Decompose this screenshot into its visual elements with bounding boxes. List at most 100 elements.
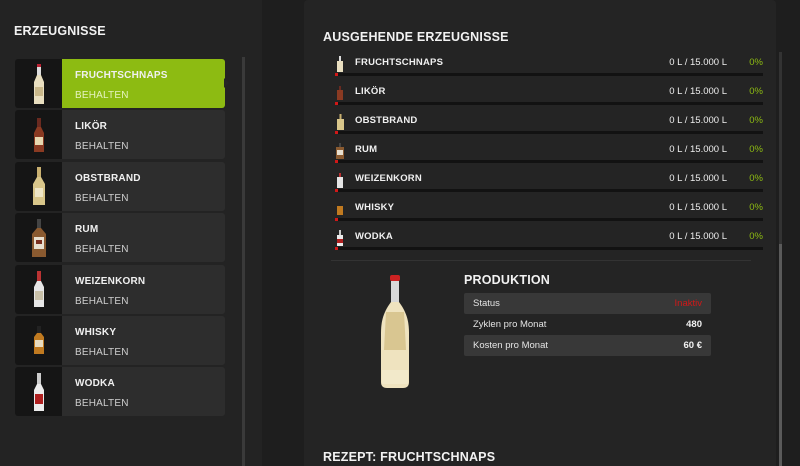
- output-row-weizenkorn: WEIZENKORN 0 L / 15.000 L 0%: [335, 168, 763, 197]
- product-item-mode: BEHALTEN: [75, 346, 129, 358]
- product-item-mode: BEHALTEN: [75, 90, 129, 101]
- details-scrollbar-thumb[interactable]: [779, 244, 782, 466]
- grain-bottle-icon: [15, 264, 62, 314]
- product-item-name: RUM: [75, 224, 99, 236]
- section-divider: [331, 260, 751, 261]
- output-progress-fill: [335, 189, 338, 192]
- output-row-wodka: WODKA 0 L / 15.000 L 0%: [335, 226, 763, 255]
- output-progress-bar: [335, 247, 763, 250]
- stat-row-cycles: Zyklen pro Monat 480: [464, 314, 711, 335]
- output-name: WEIZENKORN: [355, 173, 422, 184]
- output-progress-fill: [335, 218, 338, 221]
- grain-bottle-icon: [335, 171, 345, 189]
- output-name: LIKÖR: [355, 86, 386, 97]
- product-list-scrollbar[interactable]: [242, 57, 245, 466]
- output-row-obstbrand: OBSTBRAND 0 L / 15.000 L 0%: [335, 110, 763, 139]
- stat-label: Zyklen pro Monat: [473, 319, 547, 330]
- product-item-name: OBSTBRAND: [75, 172, 141, 184]
- output-progress-fill: [335, 102, 338, 105]
- output-row-whisky: WHISKY 0 L / 15.000 L 0%: [335, 197, 763, 226]
- liqueur-bottle-icon: [335, 84, 345, 102]
- recipe-title: REZEPT: FRUCHTSCHNAPS: [323, 450, 496, 464]
- stat-row-status: Status Inaktiv: [464, 293, 711, 314]
- output-progress-bar: [335, 73, 763, 76]
- output-progress-fill: [335, 160, 338, 163]
- output-progress-bar: [335, 218, 763, 221]
- output-percent: 0%: [749, 57, 763, 68]
- product-item-mode: BEHALTEN: [75, 295, 129, 307]
- rum-bottle-icon: [15, 213, 62, 263]
- product-item-likoer[interactable]: LIKÖR BEHALTEN: [15, 110, 225, 160]
- stat-label: Kosten pro Monat: [473, 340, 548, 351]
- output-name: RUM: [355, 144, 378, 155]
- rum-bottle-icon: [335, 142, 345, 160]
- output-row-likoer: LIKÖR 0 L / 15.000 L 0%: [335, 81, 763, 110]
- stat-label: Status: [473, 298, 500, 309]
- products-panel: ERZEUGNISSE FRUCHTSCHNAPS BEHALTEN LIKÖR…: [0, 0, 262, 466]
- output-name: OBSTBRAND: [355, 115, 418, 126]
- output-progress-bar: [335, 131, 763, 134]
- output-percent: 0%: [749, 202, 763, 213]
- product-item-rum[interactable]: RUM BEHALTEN: [15, 213, 225, 263]
- liqueur-bottle-icon: [15, 110, 62, 160]
- outgoing-products-list: FRUCHTSCHNAPS 0 L / 15.000 L 0% LIKÖR 0 …: [335, 52, 763, 255]
- fruchtschnaps-bottle-icon: [378, 272, 412, 390]
- output-percent: 0%: [749, 115, 763, 126]
- product-item-name: WEIZENKORN: [75, 275, 146, 287]
- output-name: WHISKY: [355, 202, 395, 213]
- output-amount: 0 L / 15.000 L: [669, 57, 727, 68]
- output-name: FRUCHTSCHNAPS: [355, 57, 444, 68]
- product-item-body: LIKÖR BEHALTEN: [62, 110, 225, 160]
- whisky-bottle-icon: [335, 200, 345, 218]
- tall-bottle-icon: [15, 59, 62, 108]
- product-item-mode: BEHALTEN: [75, 141, 129, 153]
- product-item-name: FRUCHTSCHNAPS: [75, 70, 168, 81]
- output-progress-fill: [335, 247, 338, 250]
- output-row-rum: RUM 0 L / 15.000 L 0%: [335, 139, 763, 168]
- output-amount: 0 L / 15.000 L: [669, 115, 727, 126]
- whisky-bottle-icon: [15, 315, 62, 365]
- output-amount: 0 L / 15.000 L: [669, 86, 727, 97]
- product-item-body: WHISKY BEHALTEN: [62, 315, 225, 365]
- product-item-wodka[interactable]: WODKA BEHALTEN: [15, 367, 225, 417]
- product-item-body: FRUCHTSCHNAPS BEHALTEN: [62, 59, 229, 108]
- costs-value: 60 €: [683, 340, 703, 351]
- product-item-body: WODKA BEHALTEN: [62, 367, 225, 417]
- output-progress-fill: [335, 131, 338, 134]
- output-row-fruchtschnaps: FRUCHTSCHNAPS 0 L / 15.000 L 0%: [335, 52, 763, 81]
- product-item-mode: BEHALTEN: [75, 192, 129, 204]
- stat-row-costs: Kosten pro Monat 60 €: [464, 335, 711, 356]
- brandy-bottle-icon: [15, 161, 62, 211]
- output-percent: 0%: [749, 144, 763, 155]
- outgoing-products-title: AUSGEHENDE ERZEUGNISSE: [323, 30, 509, 44]
- output-progress-bar: [335, 189, 763, 192]
- status-value: Inaktiv: [674, 298, 702, 309]
- output-name: WODKA: [355, 231, 393, 242]
- vodka-bottle-icon: [335, 229, 345, 247]
- details-scrollbar[interactable]: [779, 52, 782, 466]
- output-amount: 0 L / 15.000 L: [669, 144, 727, 155]
- product-item-mode: BEHALTEN: [75, 244, 129, 256]
- output-amount: 0 L / 15.000 L: [669, 173, 727, 184]
- product-list: FRUCHTSCHNAPS BEHALTEN LIKÖR BEHALTEN OB…: [15, 59, 229, 419]
- output-percent: 0%: [749, 231, 763, 242]
- cycles-value: 480: [686, 319, 702, 330]
- product-item-whisky[interactable]: WHISKY BEHALTEN: [15, 315, 225, 365]
- product-item-body: RUM BEHALTEN: [62, 213, 225, 263]
- brandy-bottle-icon: [335, 113, 345, 131]
- output-amount: 0 L / 15.000 L: [669, 231, 727, 242]
- vodka-bottle-icon: [15, 367, 62, 417]
- output-percent: 0%: [749, 173, 763, 184]
- details-panel: AUSGEHENDE ERZEUGNISSE FRUCHTSCHNAPS 0 L…: [304, 0, 782, 466]
- tall-bottle-icon: [335, 55, 345, 73]
- output-progress-bar: [335, 102, 763, 105]
- product-item-mode: BEHALTEN: [75, 398, 129, 410]
- output-percent: 0%: [749, 86, 763, 97]
- selected-arrow-icon: [224, 78, 229, 88]
- product-item-body: OBSTBRAND BEHALTEN: [62, 161, 225, 211]
- product-item-weizenkorn[interactable]: WEIZENKORN BEHALTEN: [15, 264, 225, 314]
- product-item-name: WHISKY: [75, 326, 117, 338]
- product-item-name: WODKA: [75, 378, 115, 390]
- product-item-obstbrand[interactable]: OBSTBRAND BEHALTEN: [15, 161, 225, 211]
- product-item-fruchtschnaps[interactable]: FRUCHTSCHNAPS BEHALTEN: [15, 59, 229, 108]
